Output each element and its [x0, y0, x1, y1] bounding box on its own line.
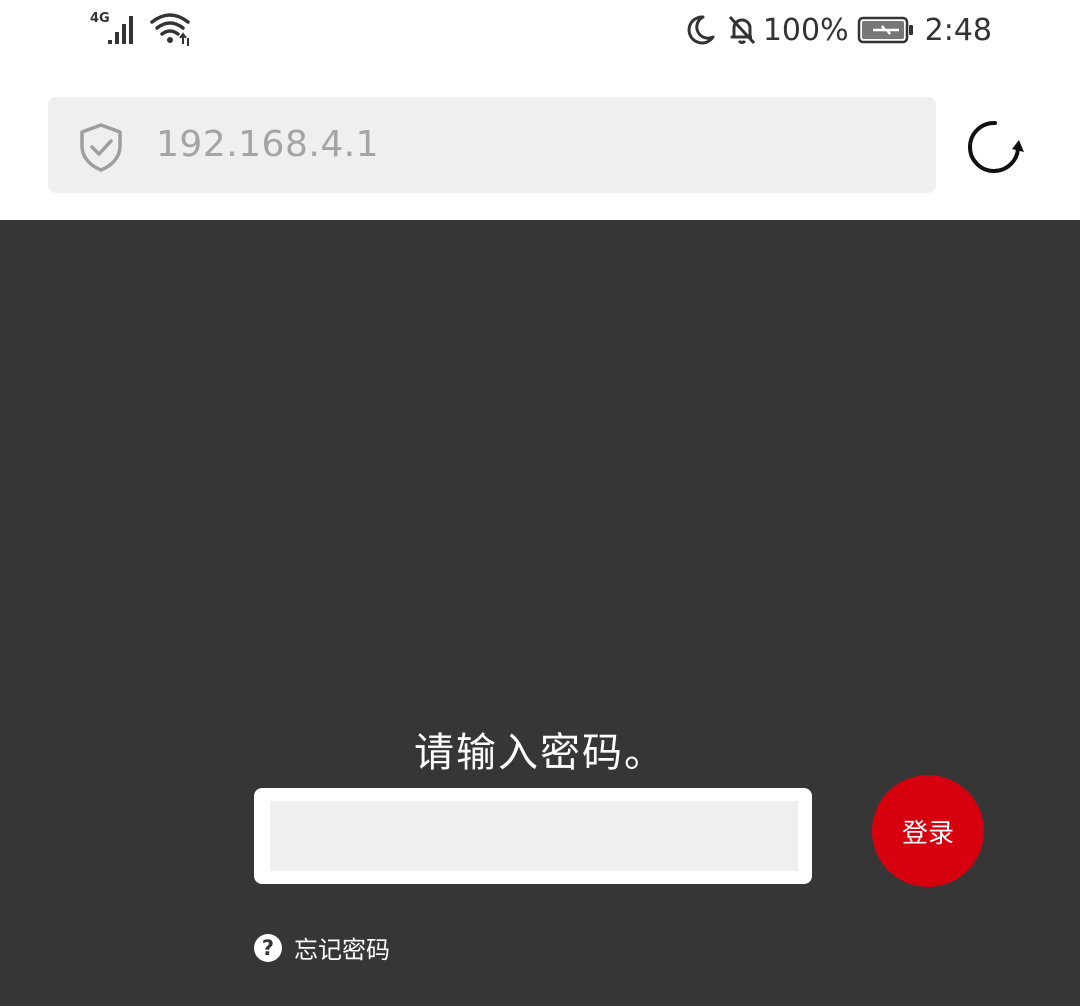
login-button[interactable]: 登录 [872, 775, 984, 887]
moon-icon [687, 15, 715, 45]
url-text[interactable]: 192.168.4.1 [156, 124, 379, 165]
forgot-password-link[interactable]: ? 忘记密码 [254, 930, 390, 965]
signal-icon: 4G [88, 10, 140, 50]
battery-level: 100% [762, 12, 849, 48]
password-input[interactable] [270, 801, 798, 871]
forgot-password-label[interactable]: 忘记密码 [294, 930, 390, 965]
status-bar-right: 100% 2:48 [683, 8, 992, 52]
reload-icon[interactable] [964, 116, 1026, 178]
bell-off-icon [728, 15, 755, 45]
password-field-frame [254, 788, 812, 884]
web-page-content: 请输入密码。 登录 ? 忘记密码 [0, 220, 1080, 1006]
clock: 2:48 [924, 12, 992, 48]
status-bar: 4G 100% 2:48 [0, 0, 1080, 68]
wifi-icon [150, 13, 190, 46]
help-icon: ? [254, 933, 282, 962]
shield-check-icon [80, 123, 122, 172]
status-bar-left: 4G [88, 10, 192, 50]
password-prompt: 请输入密码。 [414, 730, 666, 776]
battery-charging-icon [857, 16, 913, 44]
